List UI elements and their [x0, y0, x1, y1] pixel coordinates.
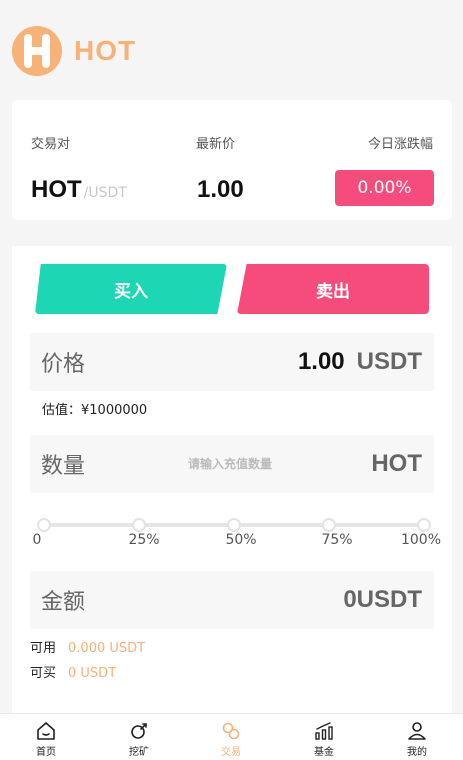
sell-tab[interactable]: 卖出 — [237, 264, 429, 314]
price-value: 1.00 — [297, 348, 345, 375]
slider-mark-label: 0 — [32, 532, 42, 548]
slider-mark-label: 100% — [400, 532, 442, 548]
price-label: 价格 — [41, 352, 86, 377]
nav-label-home: 首页 — [36, 747, 56, 758]
quantity-unit: HOT — [371, 450, 422, 477]
quantity-field: 数量 HOT — [30, 435, 434, 493]
nav-label-trade: 交易 — [221, 747, 241, 758]
slider-stop-0[interactable] — [37, 518, 51, 532]
amount-value: 0USDT — [343, 586, 422, 613]
quantity-label: 数量 — [41, 454, 86, 479]
trading-pair[interactable]: HOT /USDT — [31, 176, 127, 204]
slider-stop-100[interactable] — [417, 518, 431, 532]
slider-mark-label: 25% — [128, 532, 160, 548]
slider-stop-50[interactable] — [227, 518, 241, 532]
fund-icon — [315, 722, 333, 740]
buy-tab[interactable]: 买入 — [35, 264, 227, 314]
can-buy-value: 0 USDT — [68, 666, 117, 681]
brand-name: HOT — [74, 35, 137, 66]
price-field: 价格 1.00 USDT — [30, 333, 434, 391]
amount-field: 金额 0USDT — [30, 571, 434, 629]
slider-stop-25[interactable] — [132, 518, 146, 532]
estimate-text: 估值：¥1000000 — [42, 403, 148, 418]
change-badge: 0.00% — [335, 170, 434, 206]
nav-item-fund[interactable]: 基金 — [294, 714, 354, 760]
nav-item-home[interactable]: 首页 — [16, 714, 76, 760]
nav-item-trade[interactable]: 交易 — [201, 714, 261, 760]
nav-label-fund: 基金 — [314, 747, 334, 758]
nav-label-profile: 我的 — [407, 747, 427, 758]
change-column-label: 今日涨跌幅 — [367, 137, 433, 152]
price-unit: USDT — [356, 348, 422, 375]
price-value-group: 1.00 USDT — [298, 348, 422, 376]
nav-label-mining: 挖矿 — [129, 747, 149, 758]
user-icon — [408, 722, 426, 740]
available-label: 可用 — [30, 641, 57, 656]
available-row: 可用 0.000 USDT — [30, 637, 145, 656]
can-buy-row: 可买 0 USDT — [30, 662, 116, 681]
pair-base: HOT — [31, 176, 82, 203]
slider-labels: 0 25% 50% 75% 100% — [12, 532, 452, 552]
nav-item-mining[interactable]: 挖矿 — [109, 714, 169, 760]
brand-logo: HOT — [12, 26, 136, 76]
hot-logo-icon — [12, 26, 62, 76]
mining-icon — [131, 723, 147, 739]
nav-item-profile[interactable]: 我的 — [387, 714, 447, 760]
available-value: 0.000 USDT — [68, 641, 146, 656]
last-price: 1.00 — [197, 176, 244, 203]
quantity-slider[interactable] — [37, 518, 431, 532]
slider-mark-label: 75% — [321, 532, 353, 548]
amount-label: 金额 — [41, 590, 86, 615]
slider-stop-75[interactable] — [322, 518, 336, 532]
can-buy-label: 可买 — [30, 666, 57, 681]
pair-quote: /USDT — [83, 185, 127, 201]
bottom-nav: 首页 挖矿 交易 基金 我的 — [0, 713, 463, 760]
trade-direction-tabs: 买入 卖出 — [35, 264, 429, 314]
pair-column-label: 交易对 — [31, 137, 71, 152]
price-column-label: 最新价 — [196, 137, 236, 152]
slider-mark-label: 50% — [225, 532, 257, 548]
trade-panel: 买入 卖出 价格 1.00 USDT 估值：¥1000000 数量 HOT 0 2… — [12, 246, 452, 716]
home-icon — [37, 722, 55, 740]
quantity-input[interactable] — [150, 457, 310, 471]
market-summary-card: 交易对 最新价 今日涨跌幅 HOT /USDT 1.00 0.00% — [12, 100, 452, 220]
trade-icon — [222, 722, 240, 740]
